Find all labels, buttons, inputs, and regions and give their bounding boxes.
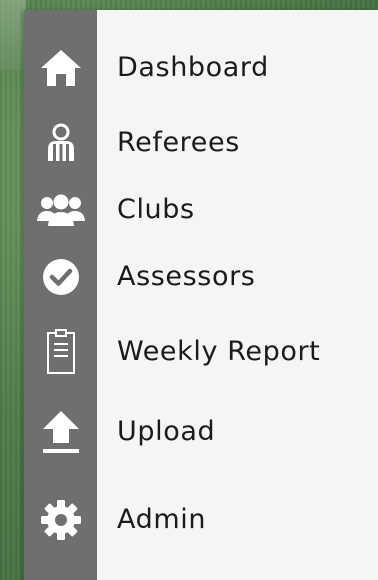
menu-item-label: Referees	[117, 127, 240, 158]
menu-item-label: Upload	[117, 416, 216, 447]
menu-item-referees[interactable]: Referees	[24, 113, 378, 173]
group-icon	[24, 180, 97, 240]
upload-icon	[24, 402, 97, 462]
gear-icon	[24, 490, 97, 550]
menu-item-label: Clubs	[117, 194, 195, 225]
menu-item-assessors[interactable]: Assessors	[24, 247, 378, 307]
menu-item-dashboard[interactable]: Dashboard	[24, 38, 378, 98]
referee-icon	[24, 113, 97, 173]
menu-item-clubs[interactable]: Clubs	[24, 180, 378, 240]
menu-item-admin[interactable]: Admin	[24, 490, 378, 550]
check-circle-icon	[24, 247, 97, 307]
menu-item-label: Assessors	[117, 261, 256, 292]
menu-item-label: Weekly Report	[117, 336, 321, 367]
menu-item-weekly-report[interactable]: Weekly Report	[24, 322, 378, 382]
clipboard-icon	[24, 322, 97, 382]
menu-item-upload[interactable]: Upload	[24, 402, 378, 462]
menu-item-label: Admin	[117, 504, 207, 535]
navigation-menu: Dashboard Referees Clubs Assessors Weekl…	[24, 10, 378, 580]
field-line	[0, 0, 26, 70]
menu-item-label: Dashboard	[117, 52, 269, 83]
home-icon	[24, 38, 97, 98]
